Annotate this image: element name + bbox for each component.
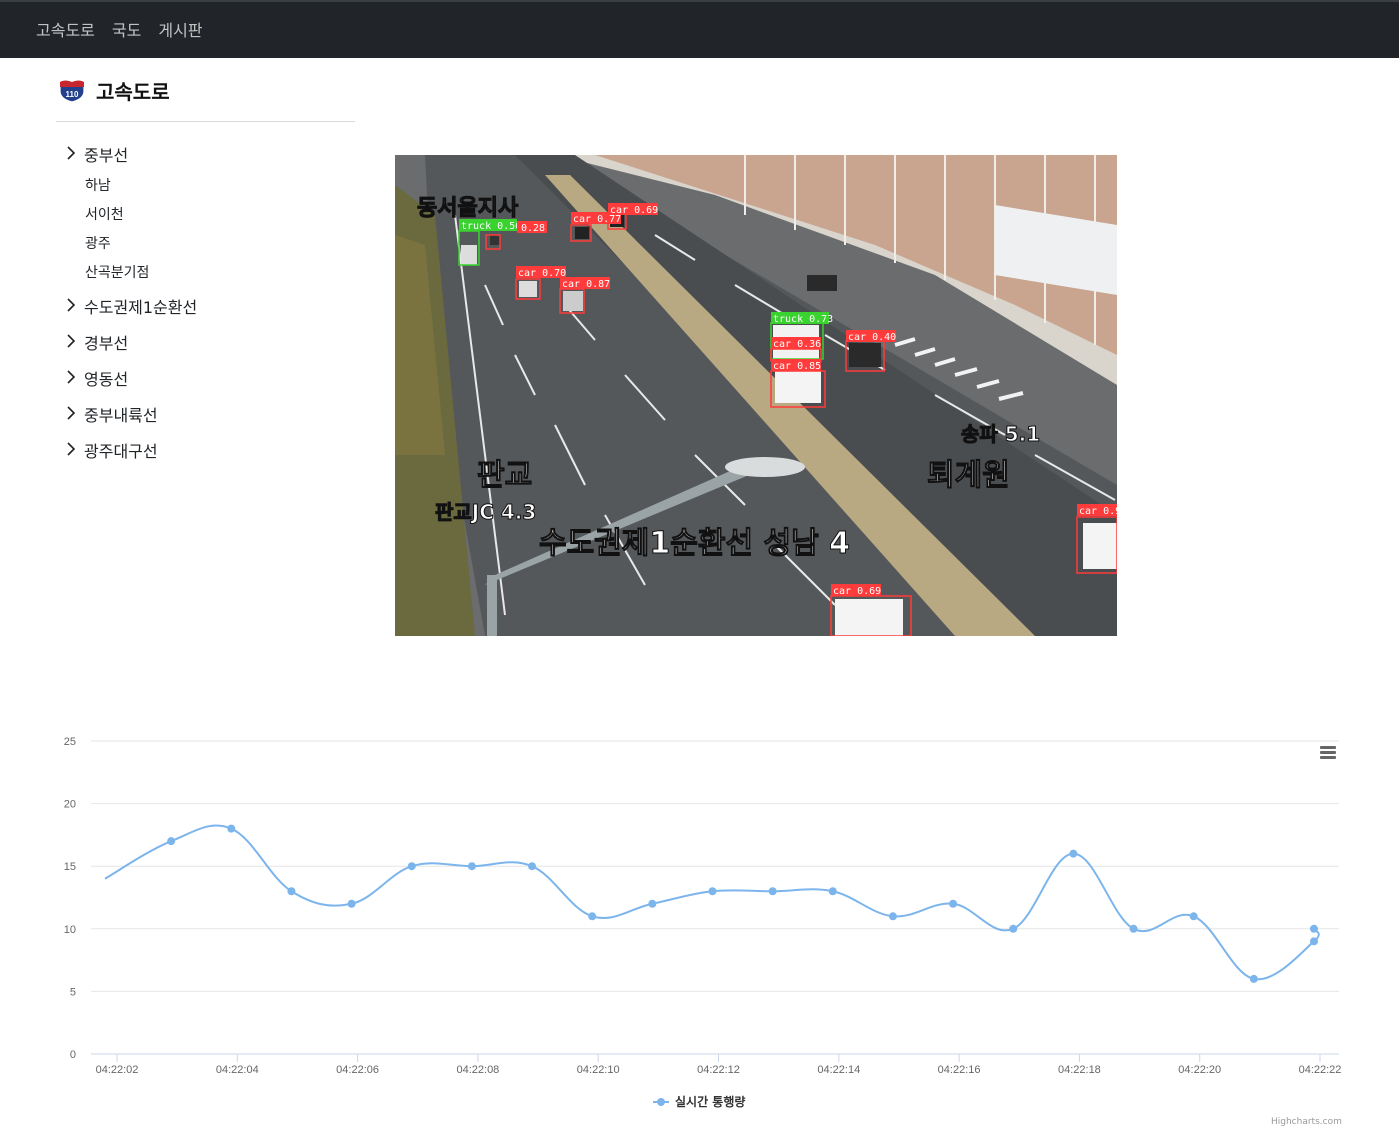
- x-tick-label: 04:22:16: [938, 1064, 981, 1076]
- data-point: [768, 887, 777, 896]
- chart-credits[interactable]: Highcharts.com: [1271, 1117, 1342, 1127]
- data-point: [1009, 924, 1018, 933]
- legend-symbol-dot: [657, 1098, 665, 1106]
- sidebar-header: 110 고속도로: [58, 76, 170, 105]
- traffic-chart: 0 5 10 15 20 25 04:22:02 04:22:04 04:22:06 04:22:…: [50, 730, 1350, 1130]
- x-tick-label: 04:22:22: [1299, 1064, 1342, 1076]
- tree-leaf-seoicheon[interactable]: 서이천: [85, 201, 356, 230]
- data-point: [588, 912, 597, 921]
- y-tick-label: 25: [64, 736, 76, 748]
- svg-text:판교: 판교: [477, 458, 532, 493]
- tree-leaf-sangok-jct[interactable]: 산곡분기점: [85, 259, 356, 288]
- tree-node-label: 중부선: [84, 146, 129, 165]
- svg-text:car 0.69: car 0.69: [610, 205, 658, 216]
- series-line: [104, 824, 1320, 981]
- tree-node-gyeongbu[interactable]: 경부선: [66, 330, 356, 354]
- x-tick-label: 04:22:06: [336, 1064, 379, 1076]
- route-tree: 중부선 하남 서이천 광주 산곡분기점 수도권제1순환선 경부선 영동선 중부내…: [66, 142, 356, 462]
- svg-text:truck 0.50: truck 0.50: [461, 221, 521, 232]
- tree-node-jungbu[interactable]: 중부선: [66, 142, 356, 166]
- data-point: [287, 887, 296, 896]
- data-point: [1189, 912, 1198, 921]
- data-point: [1069, 849, 1078, 858]
- data-point: [1249, 974, 1258, 983]
- tree-node-label: 중부내륙선: [84, 406, 158, 425]
- x-tick-label: 04:22:04: [216, 1064, 259, 1076]
- data-point: [1309, 937, 1318, 946]
- x-tick-label: 04:22:14: [817, 1064, 860, 1076]
- nav-board[interactable]: 게시판: [158, 20, 202, 42]
- x-tick-label: 04:22:20: [1178, 1064, 1221, 1076]
- svg-text:0.28: 0.28: [521, 223, 545, 234]
- data-point: [949, 899, 958, 908]
- tree-node-gwangju-daegu[interactable]: 광주대구선: [66, 438, 356, 462]
- chevron-right-icon: [66, 145, 84, 164]
- sidebar-title: 고속도로: [96, 80, 170, 104]
- nav-national-road[interactable]: 국도: [112, 20, 141, 42]
- svg-text:car 0.40: car 0.40: [848, 332, 896, 343]
- main-nav: 고속도로 국도 게시판: [36, 20, 203, 42]
- y-tick-label: 10: [64, 924, 76, 936]
- data-point: [528, 862, 537, 871]
- data-point: [648, 899, 657, 908]
- x-tick-label: 04:22:10: [577, 1064, 620, 1076]
- chevron-right-icon: [66, 369, 84, 388]
- top-navbar: 고속도로 국도 게시판: [0, 0, 1399, 58]
- data-point: [227, 824, 236, 833]
- svg-text:car 0.69: car 0.69: [833, 586, 881, 597]
- highway-shield-icon: 110: [58, 79, 86, 103]
- chevron-right-icon: [66, 441, 84, 460]
- x-tick-label: 04:22:02: [96, 1064, 139, 1076]
- tree-node-label: 광주대구선: [84, 442, 158, 461]
- tree-node-label: 수도권제1순환선: [84, 298, 198, 317]
- y-tick-label: 0: [70, 1049, 76, 1061]
- tree-node-capital-ring[interactable]: 수도권제1순환선: [66, 294, 356, 318]
- tree-node-label: 경부선: [84, 334, 129, 353]
- svg-text:110: 110: [66, 90, 79, 99]
- data-point: [828, 887, 837, 896]
- chevron-right-icon: [66, 333, 84, 352]
- svg-text:car 0.85: car 0.85: [773, 361, 821, 372]
- cctv-scene: truck 0.50 0.28 car 0.77 car 0.69 car 0.…: [395, 155, 1117, 636]
- x-tick-label: 04:22:12: [697, 1064, 740, 1076]
- nav-expressway[interactable]: 고속도로: [36, 20, 95, 42]
- y-tick-label: 20: [64, 799, 76, 811]
- legend-label: 실시간 통행량: [675, 1094, 745, 1109]
- tree-children-jungbu: 하남 서이천 광주 산곡분기점: [85, 172, 356, 288]
- tree-leaf-hanam[interactable]: 하남: [85, 172, 356, 201]
- data-point: [888, 912, 897, 921]
- y-tick-label: 5: [70, 986, 76, 998]
- chevron-right-icon: [66, 405, 84, 424]
- x-tick-label: 04:22:08: [456, 1064, 499, 1076]
- x-tick-label: 04:22:18: [1058, 1064, 1101, 1076]
- traffic-line-chart: 0 5 10 15 20 25 04:22:02 04:22:04 04:22:06 04:22:…: [64, 736, 1342, 1109]
- tree-node-label: 영동선: [84, 370, 129, 389]
- tree-leaf-gwangju[interactable]: 광주: [85, 230, 356, 259]
- svg-text:car 0.70: car 0.70: [518, 268, 566, 279]
- sidebar-divider: [56, 121, 355, 122]
- data-point: [347, 899, 356, 908]
- svg-text:car 0.36: car 0.36: [773, 339, 821, 350]
- tree-node-jungbu-naeryuk[interactable]: 중부내륙선: [66, 402, 356, 426]
- svg-text:판교JC 4.3: 판교JC 4.3: [435, 500, 536, 524]
- svg-text:동서울지사: 동서울지사: [417, 196, 519, 221]
- cctv-feed: truck 0.50 0.28 car 0.77 car 0.69 car 0.…: [395, 155, 1117, 636]
- svg-text:퇴계원: 퇴계원: [927, 458, 1010, 493]
- data-point: [167, 837, 176, 846]
- data-point: [1309, 924, 1318, 933]
- svg-text:car 0.87: car 0.87: [562, 279, 610, 290]
- data-point: [708, 887, 717, 896]
- svg-text:car 0.9: car 0.9: [1079, 506, 1117, 517]
- y-tick-label: 15: [64, 861, 76, 873]
- svg-text:수도권제1순환선 성남 4: 수도권제1순환선 성남 4: [539, 526, 850, 561]
- svg-text:truck 0.73: truck 0.73: [773, 314, 833, 325]
- data-point: [1129, 924, 1138, 933]
- chevron-right-icon: [66, 297, 84, 316]
- svg-text:송파 5.1: 송파 5.1: [961, 422, 1040, 446]
- data-point: [467, 862, 476, 871]
- data-point: [407, 862, 416, 871]
- chart-menu-icon[interactable]: [1318, 744, 1338, 762]
- tree-node-yeongdong[interactable]: 영동선: [66, 366, 356, 390]
